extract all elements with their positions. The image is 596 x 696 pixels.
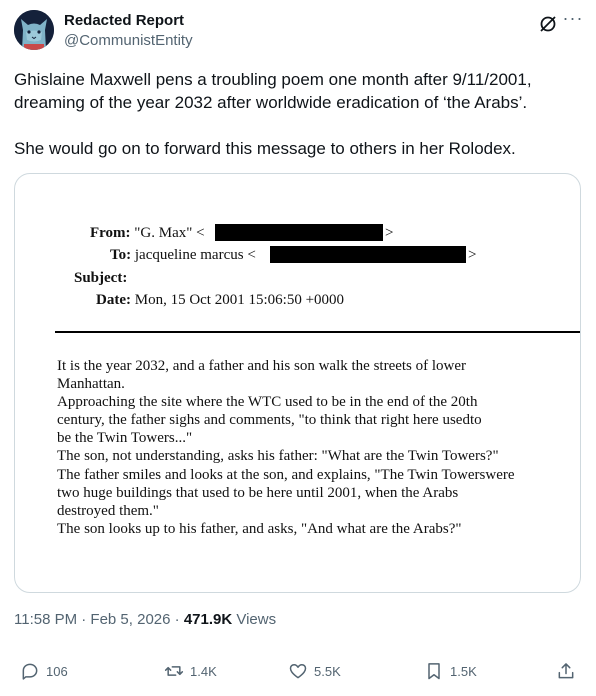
email-body-line: Approaching the site where the WTC used …: [57, 394, 478, 411]
view-count: 471.9K: [183, 611, 233, 628]
repost-button[interactable]: 1.4K: [164, 659, 217, 683]
like-button[interactable]: 5.5K: [288, 659, 341, 683]
email-body-line: century, the father sighs and comments, …: [57, 412, 482, 429]
author-name[interactable]: Redacted Report: [64, 12, 184, 29]
from-label: From:: [90, 225, 131, 241]
more-options-icon[interactable]: ···: [562, 9, 584, 30]
redaction-bar: [270, 246, 466, 263]
redaction-bar: [215, 224, 383, 241]
cat-avatar-icon: [14, 10, 54, 50]
tweet-text-line: She would go on to forward this message …: [14, 139, 516, 158]
email-body-line: The son, not understanding, asks his fat…: [57, 448, 499, 465]
avatar[interactable]: [14, 10, 54, 50]
to-row: To: jacqueline marcus <: [110, 247, 256, 264]
close-bracket: >: [385, 225, 394, 241]
subject-label: Subject:: [74, 270, 128, 286]
reply-count: 106: [46, 663, 68, 679]
date-value: Mon, 15 Oct 2001 15:06:50 +0000: [134, 292, 345, 308]
from-value: "G. Max" <: [134, 225, 205, 241]
timestamp[interactable]: 11:58 PM · Feb 5, 2026 ·: [14, 611, 184, 628]
to-label: To:: [110, 247, 132, 263]
subject-row: Subject:: [74, 270, 127, 287]
divider: [55, 331, 580, 333]
bookmark-icon: [428, 663, 440, 680]
email-body-line: The father smiles and looks at the son, …: [57, 466, 515, 483]
email-body-line: be the Twin Towers...": [57, 430, 193, 447]
author-handle[interactable]: @CommunistEntity: [64, 32, 193, 49]
to-value: jacqueline marcus <: [134, 247, 256, 263]
action-bar: 106 1.4K 5.5K 1.5K: [20, 659, 580, 683]
repost-icon: [164, 666, 184, 676]
like-count: 5.5K: [314, 663, 341, 679]
email-body-line: The son looks up to his father, and asks…: [57, 520, 462, 537]
bookmark-button[interactable]: 1.5K: [424, 659, 477, 683]
email-body-line: It is the year 2032, and a father and hi…: [57, 358, 467, 374]
email-body: It is the year 2032, and a father and hi…: [57, 357, 567, 538]
grok-icon[interactable]: [538, 14, 558, 34]
date-row: Date: Mon, 15 Oct 2001 15:06:50 +0000: [96, 292, 344, 309]
date-label: Date:: [96, 292, 131, 308]
heart-icon: [289, 664, 307, 679]
share-icon: [558, 663, 574, 679]
email-screenshot-image[interactable]: From: "G. Max" < > To: jacqueline marcus…: [14, 173, 581, 593]
email-body-line: destroyed them.": [57, 502, 159, 519]
tweet-meta: 11:58 PM · Feb 5, 2026 · 471.9K Views: [14, 611, 276, 628]
share-button[interactable]: [556, 659, 582, 683]
close-bracket: >: [468, 247, 477, 263]
from-row: From: "G. Max" <: [90, 225, 205, 242]
tweet-header: Redacted Report @CommunistEntity ···: [14, 9, 584, 54]
email-body-line: two huge buildings that used to be here …: [57, 484, 459, 501]
tweet-text-line: dreaming of the year 2032 after worldwid…: [14, 93, 528, 112]
views-label: Views: [232, 611, 277, 628]
repost-count: 1.4K: [190, 663, 217, 679]
email-document: From: "G. Max" < > To: jacqueline marcus…: [15, 174, 580, 592]
bookmark-count: 1.5K: [450, 663, 477, 679]
reply-icon: [22, 663, 38, 680]
reply-button[interactable]: 106: [20, 659, 68, 683]
tweet-text-line: Ghislaine Maxwell pens a troubling poem …: [14, 70, 532, 89]
email-body-line: Manhattan.: [57, 376, 125, 393]
tweet-text: Ghislaine Maxwell pens a troubling poem …: [14, 68, 582, 160]
